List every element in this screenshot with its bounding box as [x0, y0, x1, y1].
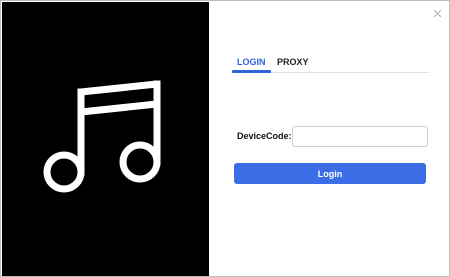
- tab-bar: LOGIN PROXY: [231, 54, 429, 73]
- tab-login[interactable]: LOGIN: [237, 57, 266, 68]
- device-code-label: DeviceCode:: [237, 131, 292, 141]
- login-window: LOGIN PROXY DeviceCode: Login: [0, 0, 450, 277]
- login-button[interactable]: Login: [234, 163, 426, 184]
- tab-proxy[interactable]: PROXY: [277, 57, 309, 68]
- brand-panel: [2, 2, 209, 276]
- close-icon: [433, 9, 441, 17]
- close-button[interactable]: [430, 6, 444, 20]
- music-note-icon: [43, 80, 161, 193]
- active-tab-indicator: [232, 70, 271, 73]
- device-code-input[interactable]: [292, 126, 428, 147]
